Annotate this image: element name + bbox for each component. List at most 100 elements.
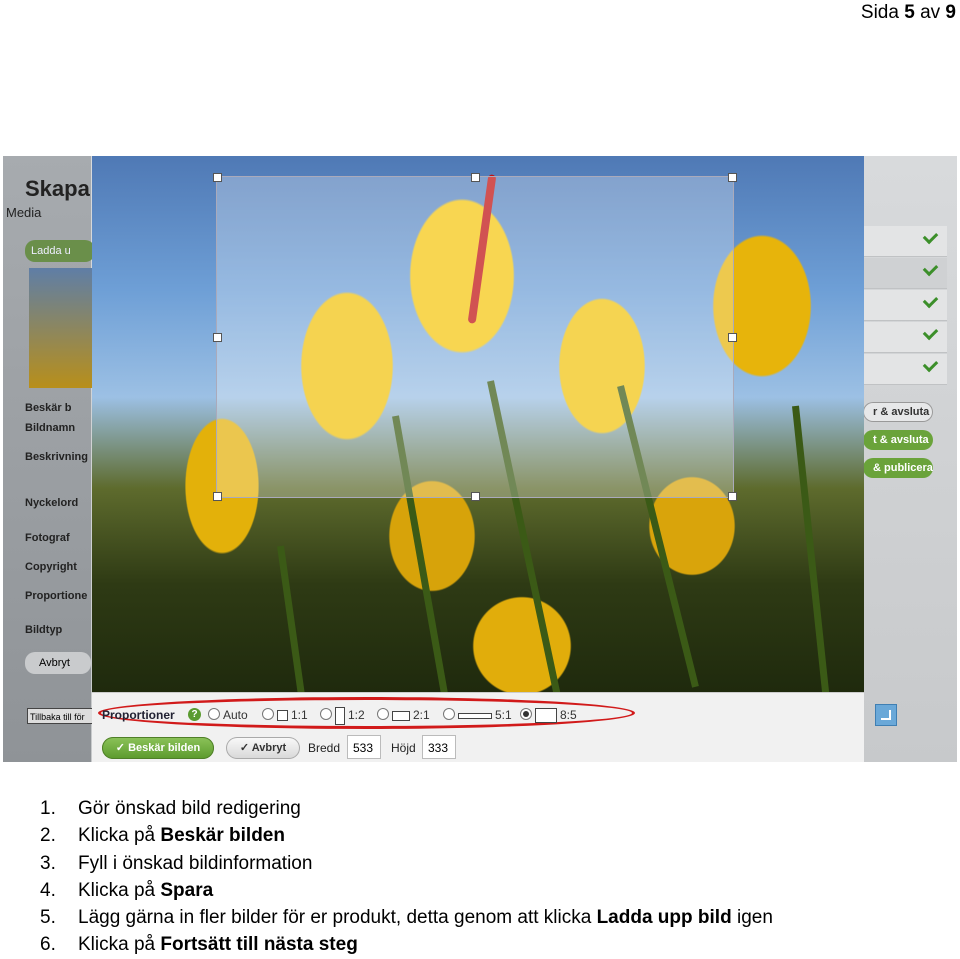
- step-text: Klicka på: [78, 934, 161, 956]
- step-row: [863, 226, 947, 257]
- ratio-label: Auto: [223, 708, 248, 722]
- cancel-button-label: Avbryt: [251, 742, 287, 754]
- left-cancel-button[interactable]: Avbryt: [25, 652, 91, 674]
- publish-button[interactable]: & publicera: [863, 458, 933, 478]
- ratio-label: 8:5: [560, 708, 577, 722]
- field-label: Fotograf: [25, 532, 70, 544]
- back-button[interactable]: Tillbaka till för: [27, 708, 97, 724]
- editor-screenshot: Skapa Media Ladda u Beskär b Bildnamn Be…: [3, 156, 957, 762]
- stem: [792, 405, 830, 692]
- step-row: [863, 322, 947, 353]
- page-prefix: Sida: [860, 2, 899, 23]
- step-number: 6.: [40, 934, 56, 956]
- list-item: 2. Klicka på Beskär bilden: [40, 822, 773, 849]
- page-title: Skapa: [25, 176, 90, 201]
- ratio-label: 1:1: [291, 708, 308, 722]
- crop-toolbar: Proportioner ? Auto 1:1 1:2 2:1 5:1 8:5 …: [92, 692, 864, 762]
- field-label: Bildnamn: [25, 422, 76, 434]
- portrait-shape-icon: [335, 707, 345, 725]
- width-label: Bredd: [308, 741, 341, 755]
- list-item: 4. Klicka på Spara: [40, 877, 773, 904]
- check-icon: [922, 356, 939, 373]
- save-exit-green-button[interactable]: t & avsluta: [863, 430, 933, 450]
- radio-icon[interactable]: [443, 708, 455, 720]
- upload-button[interactable]: Ladda u: [25, 240, 95, 262]
- step-tail: igen: [731, 907, 773, 929]
- page-total: 9: [945, 2, 956, 23]
- radio-icon[interactable]: [208, 708, 220, 720]
- check-icon: [922, 260, 939, 277]
- field-label: Copyright: [25, 561, 77, 573]
- crop-handle[interactable]: [471, 492, 480, 501]
- radio-icon[interactable]: [377, 708, 389, 720]
- crop-handle[interactable]: [728, 492, 737, 501]
- right-steps-panel: r & avsluta t & avsluta & publicera: [863, 166, 957, 762]
- width-input[interactable]: 533: [347, 735, 381, 759]
- ratio-label: 1:2: [348, 708, 365, 723]
- page-sep: av: [920, 2, 941, 23]
- list-item: 6. Klicka på Fortsätt till nästa steg: [40, 931, 773, 958]
- radio-icon[interactable]: [320, 708, 332, 721]
- crop-handle[interactable]: [213, 492, 222, 501]
- help-icon[interactable]: ?: [188, 708, 201, 721]
- cancel-button[interactable]: ✓ Avbryt: [226, 737, 300, 759]
- step-bold: Spara: [160, 879, 214, 901]
- crop-handle[interactable]: [728, 333, 737, 342]
- left-form-panel: Skapa Media Ladda u Beskär b Bildnamn Be…: [3, 156, 97, 762]
- page-current: 5: [904, 2, 915, 23]
- ratio-label: 5:1: [495, 708, 512, 722]
- ratio-label: 2:1: [413, 708, 430, 722]
- square-shape-icon: [277, 710, 288, 722]
- expand-icon[interactable]: [875, 704, 897, 726]
- step-number: 5.: [40, 907, 56, 929]
- list-item: 3. Fyll i önskad bildinformation: [40, 850, 773, 877]
- ratio-option-5-1[interactable]: 5:1: [443, 707, 512, 723]
- step-number: 3.: [40, 852, 56, 874]
- wide-shape-icon: [458, 712, 492, 719]
- ratio-option-2-1[interactable]: 2:1: [377, 707, 430, 723]
- crop-image-button[interactable]: ✓ Beskär bilden: [102, 737, 214, 759]
- step-number: 1.: [40, 798, 56, 819]
- field-label: Proportione: [25, 590, 88, 602]
- step-text: Gör önskad bild redigering: [78, 798, 301, 819]
- crop-link[interactable]: Beskär b: [25, 402, 71, 414]
- save-exit-button[interactable]: r & avsluta: [863, 402, 933, 422]
- rect-shape-icon: [535, 708, 557, 724]
- crop-handle[interactable]: [213, 333, 222, 342]
- step-bold: Fortsätt till nästa steg: [160, 934, 358, 956]
- step-text: Klicka på: [78, 825, 161, 847]
- step-text: Fyll i önskad bildinformation: [78, 852, 313, 874]
- image-thumbnail[interactable]: [29, 268, 93, 388]
- crop-handle[interactable]: [728, 173, 737, 182]
- crop-button-label: Beskär bilden: [128, 742, 201, 754]
- height-input[interactable]: 333: [422, 735, 456, 759]
- check-icon: [922, 324, 939, 341]
- page-subtitle: Media: [6, 205, 42, 220]
- crop-handle[interactable]: [213, 173, 222, 182]
- list-item: 5. Lägg gärna in fler bilder för er produ…: [40, 904, 773, 931]
- check-icon: [922, 292, 939, 309]
- height-label: Höjd: [391, 741, 416, 755]
- radio-icon[interactable]: [262, 708, 274, 720]
- stem: [277, 545, 307, 692]
- tulip-photo[interactable]: [92, 156, 864, 692]
- step-row: [863, 354, 947, 385]
- field-label: Bildtyp: [25, 624, 63, 636]
- instruction-list: 1. Gör önskad bild redigering 2. Klicka på…: [40, 795, 773, 959]
- list-item: 1. Gör önskad bild redigering: [40, 795, 773, 822]
- step-number: 4.: [40, 879, 56, 901]
- proportions-label: Proportioner: [102, 708, 175, 722]
- check-icon: [922, 228, 939, 245]
- ratio-option-1-1[interactable]: 1:1: [262, 707, 308, 723]
- step-number: 2.: [40, 825, 56, 847]
- crop-selection[interactable]: [213, 173, 737, 501]
- radio-selected-icon[interactable]: [520, 708, 532, 720]
- crop-handle[interactable]: [471, 173, 480, 182]
- ratio-option-1-2[interactable]: 1:2: [320, 707, 365, 725]
- page-number: Sida 5 av 9: [861, 2, 956, 24]
- step-row: [863, 258, 947, 289]
- field-label: Nyckelord: [25, 497, 79, 509]
- landscape-shape-icon: [392, 710, 410, 721]
- ratio-option-8-5[interactable]: 8:5: [520, 707, 577, 724]
- ratio-option-auto[interactable]: Auto: [208, 707, 248, 723]
